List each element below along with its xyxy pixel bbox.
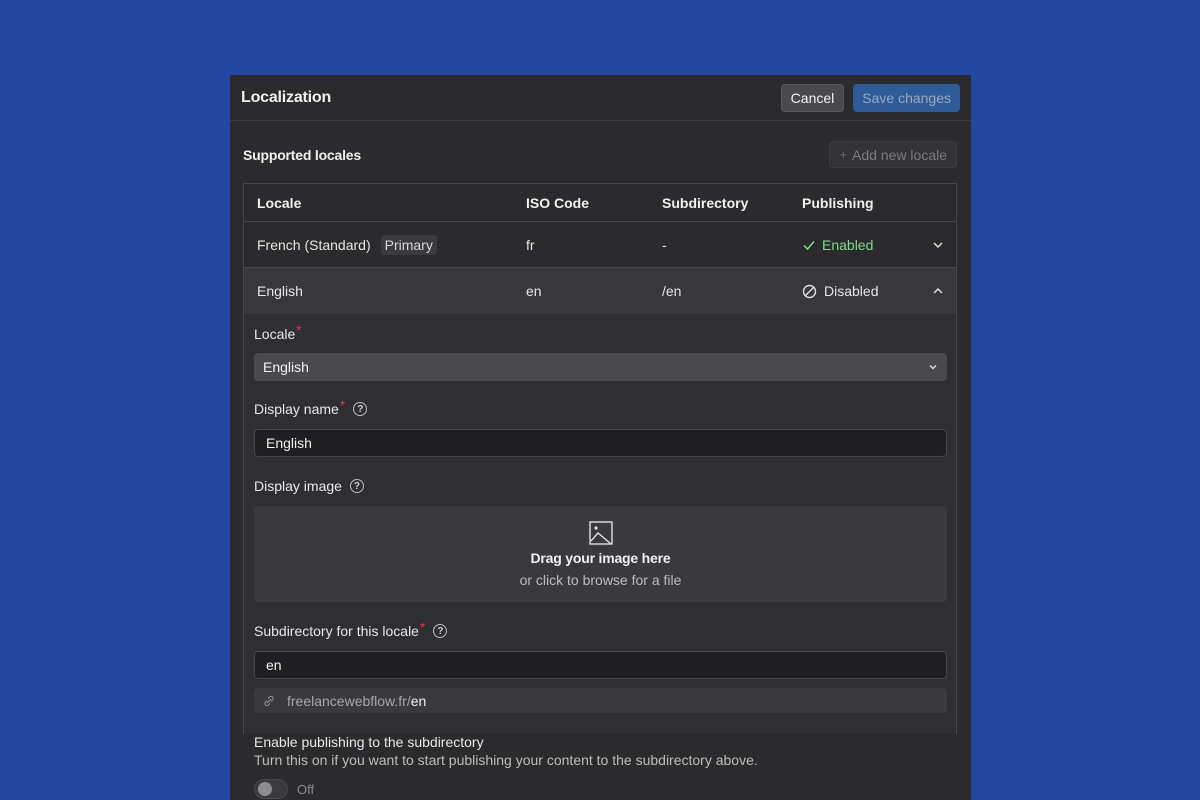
cell-locale: English — [257, 283, 303, 299]
image-icon — [588, 521, 613, 545]
toggle-knob — [258, 782, 272, 796]
cancel-button[interactable]: Cancel — [780, 83, 845, 112]
check-icon — [803, 240, 815, 250]
table-row[interactable]: French (Standard) Primary fr - Enabled — [244, 222, 956, 268]
save-changes-button[interactable]: Save changes — [853, 83, 960, 112]
section-title: Supported locales — [243, 146, 361, 163]
publish-toggle[interactable] — [254, 779, 288, 799]
locale-details-form: Locale * English Display name * ? English … — [243, 314, 957, 799]
chevron-up-icon[interactable] — [932, 285, 944, 297]
table-header-row: Locale ISO Code Subdirectory Publishing — [244, 184, 956, 222]
locale-select[interactable]: English — [254, 353, 947, 381]
display-image-label-text: Display image — [254, 478, 342, 494]
image-dropzone[interactable]: Drag your image here or click to browse … — [254, 506, 947, 602]
url-base: freelancewebflow.fr/ — [287, 692, 411, 709]
subdirectory-url-preview: freelancewebflow.fr/en — [254, 688, 947, 713]
required-marker: * — [419, 619, 426, 635]
plus-icon: + — [839, 147, 848, 162]
cell-locale: French (Standard) Primary — [257, 234, 526, 255]
locale-name: French (Standard) — [257, 236, 371, 253]
publish-toggle-row: Off — [254, 779, 947, 799]
cell-iso: en — [526, 283, 542, 299]
table-row[interactable]: English en /en Disabled — [244, 268, 956, 314]
cell-iso: fr — [526, 236, 535, 253]
locale-label-text: Locale — [254, 326, 296, 342]
link-icon — [264, 695, 274, 706]
column-header-publishing: Publishing — [802, 194, 874, 211]
publish-title: Enable publishing to the subdirectory — [254, 734, 484, 750]
locale-label: Locale * — [254, 314, 947, 342]
localization-panel: Localization Cancel Save changes Support… — [230, 75, 971, 800]
help-icon[interactable]: ? — [349, 479, 364, 493]
required-marker: * — [339, 397, 346, 413]
panel-title: Localization — [241, 88, 332, 106]
section-header: Supported locales + Add new locale — [243, 121, 957, 183]
display-name-label-text: Display name — [254, 401, 339, 417]
dropzone-title: Drag your image here — [530, 550, 671, 566]
help-icon[interactable]: ? — [433, 624, 448, 638]
toggle-state-label: Off — [297, 781, 315, 797]
cell-subdirectory: /en — [662, 283, 682, 299]
primary-badge: Primary — [380, 234, 437, 255]
add-new-locale-button[interactable]: + Add new locale — [829, 141, 957, 168]
chevron-down-icon — [929, 365, 937, 370]
required-marker: * — [296, 322, 302, 338]
subdirectory-input[interactable]: en — [254, 651, 947, 679]
publishing-status: Disabled — [824, 283, 879, 299]
panel-header: Localization Cancel Save changes — [230, 75, 971, 121]
column-header-iso: ISO Code — [526, 194, 590, 211]
column-header-subdirectory: Subdirectory — [662, 194, 749, 211]
locale-select-value: English — [263, 359, 309, 375]
panel-content: Supported locales + Add new locale Local… — [230, 121, 971, 799]
add-new-locale-label: Add new locale — [852, 146, 947, 163]
subdirectory-label: Subdirectory for this locale * ? — [254, 619, 947, 639]
disabled-icon — [802, 284, 817, 298]
chevron-down-icon[interactable] — [932, 239, 944, 251]
display-name-label: Display name * ? — [254, 397, 947, 417]
column-header-locale: Locale — [257, 194, 302, 211]
display-image-label: Display image ? — [254, 478, 947, 494]
help-icon[interactable]: ? — [353, 402, 368, 416]
dropzone-subtitle: or click to browse for a file — [519, 572, 682, 588]
cell-subdirectory: - — [662, 236, 667, 253]
subdirectory-label-text: Subdirectory for this locale — [254, 623, 419, 639]
publishing-status: Enabled — [822, 236, 874, 253]
publish-description: Turn this on if you want to start publis… — [254, 752, 758, 768]
subdirectory-value: en — [266, 657, 282, 673]
locales-table: Locale ISO Code Subdirectory Publishing … — [243, 183, 957, 314]
url-suffix: en — [410, 692, 427, 709]
display-name-value: English — [266, 435, 312, 451]
display-name-input[interactable]: English — [254, 429, 947, 457]
